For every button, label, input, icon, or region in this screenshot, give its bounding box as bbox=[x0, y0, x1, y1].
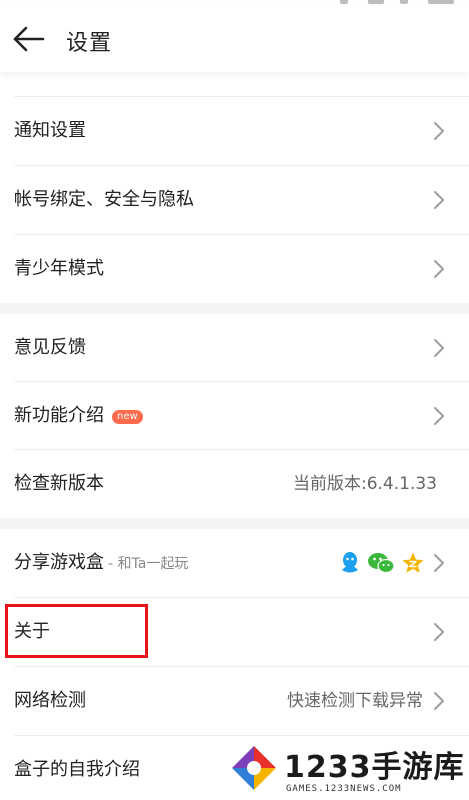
item-label: 新功能介绍 new bbox=[14, 382, 143, 450]
back-arrow-icon[interactable] bbox=[12, 24, 46, 54]
settings-item-feedback[interactable]: 意见反馈 bbox=[0, 314, 469, 382]
share-icons bbox=[339, 549, 425, 577]
battery-icon bbox=[400, 0, 408, 4]
settings-item-share-gamebox[interactable]: 分享游戏盒 - 和Ta一起玩 bbox=[0, 529, 469, 597]
chevron-right-icon bbox=[434, 191, 444, 209]
new-badge: new bbox=[112, 410, 143, 424]
section-gap bbox=[0, 518, 469, 529]
item-label: 盒子的自我介绍 bbox=[14, 759, 140, 780]
item-label: 意见反馈 bbox=[14, 337, 86, 358]
wifi-icon bbox=[368, 0, 384, 4]
settings-item-notifications[interactable]: 通知设置 bbox=[0, 97, 469, 165]
qq-icon[interactable] bbox=[339, 551, 361, 575]
current-version-value: 当前版本:6.4.1.33 bbox=[292, 474, 437, 494]
chevron-right-icon bbox=[434, 339, 444, 357]
settings-item-check-update[interactable]: 检查新版本 当前版本:6.4.1.33 bbox=[0, 450, 469, 518]
chevron-right-icon bbox=[434, 554, 444, 572]
signal-icon bbox=[340, 0, 348, 4]
highlight-box bbox=[5, 604, 148, 658]
settings-item-new-features[interactable]: 新功能介绍 new bbox=[0, 382, 469, 450]
item-label: 帐号绑定、安全与隐私 bbox=[14, 189, 194, 210]
top-app-bar: 设置 bbox=[0, 6, 469, 72]
chevron-right-icon bbox=[434, 692, 444, 710]
wechat-icon[interactable] bbox=[367, 551, 395, 575]
page-title: 设置 bbox=[66, 31, 113, 56]
section-gap bbox=[0, 303, 469, 314]
item-label: 分享游戏盒 - 和Ta一起玩 bbox=[14, 529, 188, 598]
clock-icon bbox=[428, 0, 454, 4]
watermark: 1233手游库 GAMES.1233NEWS.COM bbox=[224, 740, 469, 800]
item-label-text: 分享游戏盒 bbox=[14, 552, 104, 573]
watermark-url: GAMES.1233NEWS.COM bbox=[286, 784, 402, 794]
item-sublabel: - 和Ta一起玩 bbox=[108, 556, 189, 572]
item-label: 通知设置 bbox=[14, 120, 86, 141]
chevron-right-icon bbox=[434, 122, 444, 140]
settings-item-account-security[interactable]: 帐号绑定、安全与隐私 bbox=[0, 166, 469, 234]
item-label: 青少年模式 bbox=[14, 258, 104, 279]
settings-item-network-check[interactable]: 网络检测 快速检测下载异常 bbox=[0, 667, 469, 735]
watermark-brand: 1233手游库 bbox=[284, 750, 465, 785]
chevron-right-icon bbox=[434, 623, 444, 641]
chevron-right-icon bbox=[434, 260, 444, 278]
network-check-value: 快速检测下载异常 bbox=[287, 691, 423, 711]
brand-logo-icon bbox=[232, 746, 276, 790]
item-label-text: 新功能介绍 bbox=[14, 405, 104, 426]
chevron-right-icon bbox=[434, 407, 444, 425]
item-label: 检查新版本 bbox=[14, 473, 104, 494]
settings-item-teen-mode[interactable]: 青少年模式 bbox=[0, 235, 469, 303]
qzone-star-icon[interactable] bbox=[401, 551, 425, 575]
item-label: 网络检测 bbox=[14, 690, 86, 711]
